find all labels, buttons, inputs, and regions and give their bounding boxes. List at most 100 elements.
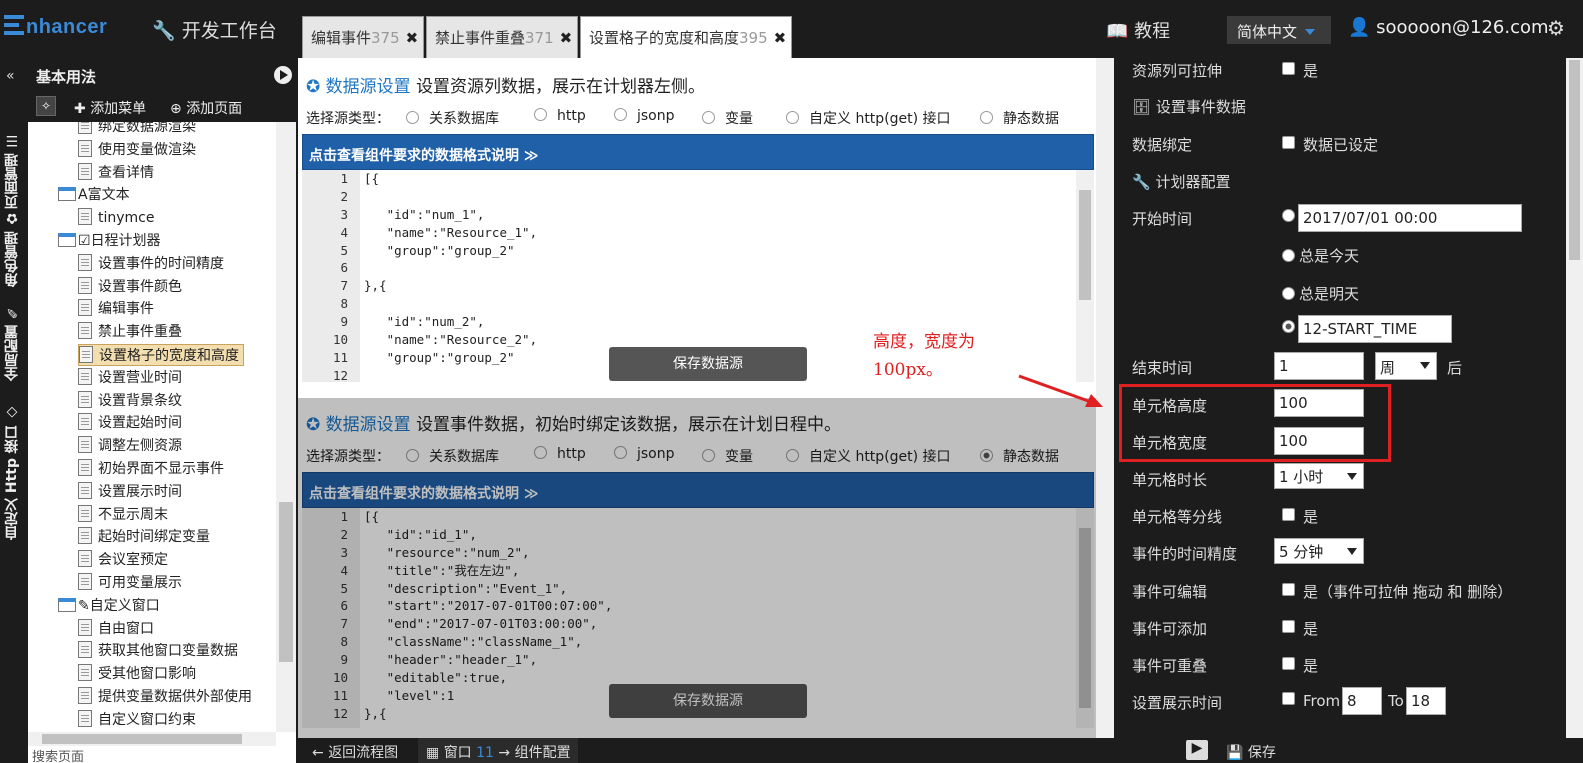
tree-folder[interactable]: ☑日程计划器 xyxy=(58,230,161,252)
end-unit-select[interactable]: 周 xyxy=(1375,352,1437,380)
tree-page[interactable]: 调整左侧资源 xyxy=(78,435,182,457)
radio-static[interactable]: 静态数据 xyxy=(980,108,1059,128)
document-icon xyxy=(79,346,93,363)
close-icon[interactable]: ✖ xyxy=(560,29,573,47)
tree-page[interactable]: 不显示周末 xyxy=(78,504,168,526)
radio-jsonp[interactable]: jsonp xyxy=(614,108,675,124)
page-tree-panel: 基本用法 ✧ ✚ 添加菜单 ⊕ 添加页面 绑定数据源渲染 使用变量做渲染 查看详情 A… xyxy=(28,58,296,763)
data-set-checkbox[interactable] xyxy=(1282,136,1295,149)
from-input[interactable]: 8 xyxy=(1342,687,1382,715)
play-icon[interactable] xyxy=(274,66,292,84)
save-datasource-button[interactable]: 保存数据源 xyxy=(609,347,807,381)
cell-duration-select[interactable]: 1 小时 xyxy=(1274,463,1364,489)
radio-relational-db[interactable]: 关系数据库 xyxy=(406,108,499,128)
save-button[interactable]: 💾 保存 xyxy=(1226,742,1276,762)
language-select[interactable]: 简体中文 xyxy=(1227,16,1331,44)
precision-select[interactable]: 5 分钟 xyxy=(1274,538,1364,564)
document-icon xyxy=(78,687,92,704)
document-icon xyxy=(78,641,92,659)
radio-variable[interactable]: 变量 xyxy=(702,108,753,128)
sidebar-scrollbar[interactable] xyxy=(276,122,296,732)
gear-icon[interactable]: ⚙ xyxy=(1547,16,1565,40)
close-icon[interactable]: ✖ xyxy=(406,29,419,47)
editable-checkbox[interactable] xyxy=(1282,583,1295,596)
back-to-flow-button[interactable]: ← 返回流程图 xyxy=(312,742,398,762)
tree-page[interactable]: 自定义窗口约束 xyxy=(78,709,196,731)
folder-type-icon: ☑ xyxy=(78,233,91,249)
tree-page[interactable]: 绑定数据源渲染 xyxy=(78,122,196,138)
window-tab[interactable]: ▦ 窗口 11 → 组件配置 xyxy=(426,742,571,762)
start-time-variable-radio[interactable] xyxy=(1282,320,1295,333)
radio-custom-http[interactable]: 自定义 http(get) 接口 xyxy=(786,108,951,128)
tree-page[interactable]: 禁止事件重叠 xyxy=(78,321,182,343)
always-today-radio[interactable] xyxy=(1282,249,1295,262)
app-logo[interactable]: nhancer xyxy=(4,14,107,39)
devbench-link[interactable]: 🔧 开发工作台 xyxy=(152,16,277,43)
tree-folder[interactable]: A富文本 xyxy=(58,184,130,206)
tree-page[interactable]: 可用变量展示 xyxy=(78,572,182,594)
datasource-resource-section: ✪ 数据源设置 设置资源列数据，展示在计划器左侧。 选择源类型： 关系数据库 h… xyxy=(302,62,1094,382)
line-number: 9 xyxy=(340,314,348,330)
tree-page[interactable]: 设置背景条纹 xyxy=(78,390,182,412)
tab-no-overlap[interactable]: 禁止事件重叠371 ✖ xyxy=(426,16,578,58)
tree-page[interactable]: 会议室预定 xyxy=(78,549,168,571)
collapse-icon[interactable]: « xyxy=(6,68,15,84)
document-icon xyxy=(78,276,92,294)
wrench-icon: 🔧 xyxy=(1132,173,1151,191)
add-menu-button[interactable]: ✚ 添加菜单 xyxy=(74,98,146,118)
tree-folder[interactable]: ✎自定义窗口 xyxy=(58,595,160,617)
start-time-input[interactable]: 2017/07/01 00:00 xyxy=(1298,204,1522,232)
resizable-checkbox[interactable] xyxy=(1282,62,1295,75)
vtab-global-config[interactable]: 全局配置 ✎ xyxy=(2,298,26,388)
search-page-input[interactable]: 搜索页面 xyxy=(28,746,296,763)
tree-page[interactable]: 设置起始时间 xyxy=(78,412,182,434)
wand-icon[interactable]: ✧ xyxy=(36,96,56,116)
tree-page[interactable]: 设置展示时间 xyxy=(78,481,182,503)
always-tomorrow-radio[interactable] xyxy=(1282,287,1295,300)
radio-http[interactable]: http xyxy=(534,108,586,124)
to-input[interactable]: 18 xyxy=(1406,687,1446,715)
tree-page[interactable]: 查看详情 xyxy=(78,162,154,184)
tree-page[interactable]: 设置事件的时间精度 xyxy=(78,253,224,275)
tree-page[interactable]: 设置格子的宽度和高度 xyxy=(78,344,244,366)
document-icon xyxy=(78,390,92,408)
code-scrollbar[interactable] xyxy=(1076,170,1094,382)
tree-page[interactable]: 提供变量数据供外部使用 xyxy=(78,686,252,708)
display-time-row: 设置展示时间 From xyxy=(1132,692,1341,712)
vtab-http-api[interactable]: 自定义 Http 接口 ◇ xyxy=(2,404,26,540)
properties-scrollbar[interactable] xyxy=(1566,58,1583,738)
add-page-button[interactable]: ⊕ 添加页面 xyxy=(170,98,242,118)
code-line: "id":"num_1", xyxy=(364,206,485,222)
tab-cell-size[interactable]: 设置格子的宽度和高度395 ✖ xyxy=(580,16,792,58)
end-time-input[interactable]: 1 xyxy=(1274,352,1364,380)
tree-page[interactable]: 初始界面不显示事件 xyxy=(78,458,224,480)
close-icon[interactable]: ✖ xyxy=(774,29,787,47)
tree-page[interactable]: 受其他窗口影响 xyxy=(78,663,196,685)
sidebar-hscrollbar[interactable] xyxy=(28,732,276,746)
document-icon xyxy=(78,299,92,317)
tutorial-link[interactable]: 📖 教程 xyxy=(1106,17,1170,43)
user-menu[interactable]: 👤 sooooon@126.com xyxy=(1348,17,1549,38)
tree-page[interactable]: 设置事件颜色 xyxy=(78,276,182,298)
vtab-role-manage[interactable]: 角色管理 ✿ xyxy=(2,204,26,294)
overlap-checkbox[interactable] xyxy=(1282,657,1295,670)
tree-page[interactable]: 自由窗口 xyxy=(78,618,154,640)
display-time-checkbox[interactable] xyxy=(1282,692,1295,705)
addable-checkbox[interactable] xyxy=(1282,620,1295,633)
tree-page[interactable]: tinymce xyxy=(78,207,155,229)
page-tree: 绑定数据源渲染 使用变量做渲染 查看详情 A富文本 tinymce ☑日程计划器 设置事件的… xyxy=(28,122,276,732)
tab-edit-event[interactable]: 编辑事件375 ✖ xyxy=(302,16,424,58)
disabled-overlay xyxy=(298,398,1098,738)
start-time-variable-input[interactable]: 12-START_TIME xyxy=(1298,315,1452,343)
start-time-fixed-radio[interactable] xyxy=(1282,209,1295,222)
play-icon[interactable]: ▶ xyxy=(1186,740,1208,760)
tree-page[interactable]: 使用变量做渲染 xyxy=(78,139,196,161)
tree-page[interactable]: 起始时间绑定变量 xyxy=(78,526,210,548)
tree-page[interactable]: 编辑事件 xyxy=(78,298,154,320)
cell-divider-checkbox[interactable] xyxy=(1282,508,1295,521)
format-help-bar[interactable]: 点击查看组件要求的数据格式说明 ≫ xyxy=(302,134,1094,170)
tree-page[interactable]: 获取其他窗口变量数据 xyxy=(78,640,238,662)
tree-page[interactable]: 设置营业时间 xyxy=(78,367,182,389)
line-number: 4 xyxy=(340,224,348,240)
